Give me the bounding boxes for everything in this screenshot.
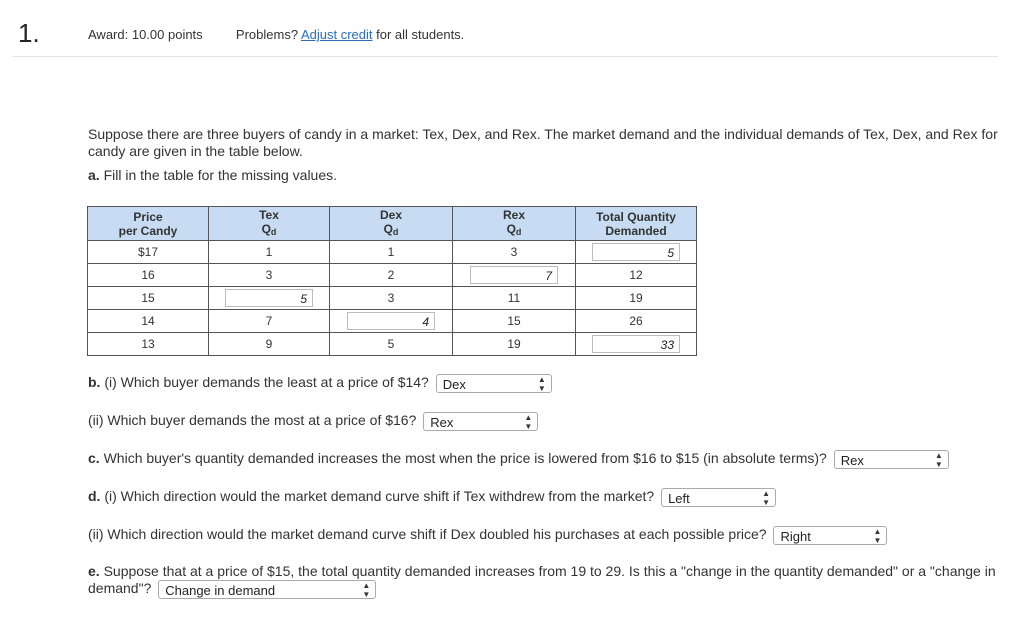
- select-arrows-icon: ▲ ▼: [873, 526, 882, 545]
- table-row: $17 1 1 3 5: [87, 240, 697, 264]
- select-arrows-icon: ▲ ▼: [524, 412, 533, 431]
- intro-text: Suppose there are three buyers of candy …: [88, 126, 998, 159]
- tex-answer-input[interactable]: 5: [225, 289, 313, 307]
- rex-cell: 19: [452, 332, 576, 356]
- total-cell: 33: [575, 332, 697, 356]
- question-b2: (ii) Which buyer demands the most at a p…: [88, 412, 539, 431]
- table-row: 15 5 3 11 19: [87, 286, 697, 310]
- part-b-label: b.: [88, 374, 101, 391]
- table-row: 13 9 5 19 33: [87, 332, 697, 356]
- part-c-label: c.: [88, 450, 100, 467]
- price-cell: 15: [87, 286, 209, 310]
- part-a: a. Fill in the table for the missing val…: [88, 167, 1003, 183]
- select-arrows-icon: ▲ ▼: [934, 450, 943, 469]
- header-total: Total Quantity Demanded: [575, 206, 697, 241]
- award-points: Award: 10.00 points: [88, 27, 203, 42]
- answer-select-e[interactable]: Change in demand ▲ ▼: [158, 580, 377, 599]
- tex-cell: 1: [208, 240, 330, 264]
- header-rex: Rex Qd: [452, 206, 576, 241]
- part-a-label: a.: [88, 167, 100, 183]
- problems-suffix: for all students.: [376, 27, 465, 42]
- adjust-credit-link[interactable]: Adjust credit: [301, 27, 373, 42]
- tex-cell: 3: [208, 263, 330, 287]
- dex-cell: 4: [329, 309, 453, 333]
- question-c-text: Which buyer's quantity demanded increase…: [103, 450, 827, 467]
- header-dex: Dex Qd: [329, 206, 453, 241]
- question-d1-text: (i) Which direction would the market dem…: [104, 488, 655, 505]
- price-cell: 14: [87, 309, 209, 333]
- selected-value: Left: [668, 491, 690, 506]
- price-cell: 13: [87, 332, 209, 356]
- selected-value: Change in demand: [165, 583, 276, 598]
- header-divider: [12, 56, 998, 57]
- header-tex: Tex Qd: [208, 206, 330, 241]
- total-cell: 12: [575, 263, 697, 287]
- question-b1: b. (i) Which buyer demands the least at …: [88, 374, 552, 393]
- rex-answer-input[interactable]: 7: [470, 266, 558, 284]
- table-row: 14 7 4 15 26: [87, 309, 697, 333]
- question-d1: d. (i) Which direction would the market …: [88, 488, 777, 507]
- dex-cell: 5: [329, 332, 453, 356]
- total-cell: 5: [575, 240, 697, 264]
- table-row: 16 3 2 7 12: [87, 263, 697, 287]
- answer-select-d2[interactable]: Right ▲ ▼: [773, 526, 888, 545]
- answer-select-b1[interactable]: Dex ▲ ▼: [435, 374, 552, 393]
- rex-cell: 3: [452, 240, 576, 264]
- question-c: c. Which buyer's quantity demanded incre…: [88, 450, 949, 469]
- header-price: Price per Candy: [87, 206, 209, 241]
- part-e-label: e.: [88, 563, 100, 579]
- rex-cell: 15: [452, 309, 576, 333]
- demand-table: Price per Candy Tex Qd Dex Qd Rex Qd Tota…: [87, 206, 697, 356]
- dex-cell: 3: [329, 286, 453, 310]
- select-arrows-icon: ▲ ▼: [362, 580, 371, 599]
- tex-cell: 7: [208, 309, 330, 333]
- question-b1-text: (i) Which buyer demands the least at a p…: [104, 374, 429, 391]
- select-arrows-icon: ▲ ▼: [762, 488, 771, 507]
- dex-cell: 1: [329, 240, 453, 264]
- select-arrows-icon: ▲ ▼: [537, 374, 546, 393]
- question-b2-text: (ii) Which buyer demands the most at a p…: [88, 412, 417, 429]
- total-answer-input[interactable]: 33: [592, 335, 680, 353]
- dex-cell: 2: [329, 263, 453, 287]
- tex-cell: 5: [208, 286, 330, 310]
- total-cell: 19: [575, 286, 697, 310]
- answer-select-c[interactable]: Rex ▲ ▼: [833, 450, 949, 469]
- selected-value: Right: [780, 529, 811, 544]
- selected-value: Rex: [430, 415, 454, 430]
- part-d-label: d.: [88, 488, 101, 505]
- dex-answer-input[interactable]: 4: [347, 312, 435, 330]
- price-cell: 16: [87, 263, 209, 287]
- rex-cell: 7: [452, 263, 576, 287]
- answer-select-b2[interactable]: Rex ▲ ▼: [423, 412, 539, 431]
- question-header: Award: 10.00 points Problems? Adjust cre…: [88, 27, 464, 42]
- selected-value: Rex: [840, 453, 864, 468]
- selected-value: Dex: [442, 377, 466, 392]
- question-number: 1.: [18, 18, 40, 48]
- question-body: Suppose there are three buyers of candy …: [88, 126, 1003, 183]
- total-cell: 26: [575, 309, 697, 333]
- question-d2: (ii) Which direction would the market de…: [88, 526, 888, 545]
- price-cell: $17: [87, 240, 209, 264]
- problems-prefix: Problems?: [235, 27, 299, 42]
- rex-cell: 11: [452, 286, 576, 310]
- question-e: e. Suppose that at a price of $15, the t…: [88, 563, 1003, 599]
- table-header-row: Price per Candy Tex Qd Dex Qd Rex Qd Tota…: [87, 206, 697, 241]
- part-a-text: Fill in the table for the missing values…: [103, 167, 338, 183]
- tex-cell: 9: [208, 332, 330, 356]
- question-d2-text: (ii) Which direction would the market de…: [88, 526, 767, 543]
- answer-select-d1[interactable]: Left ▲ ▼: [661, 488, 777, 507]
- total-answer-input[interactable]: 5: [592, 243, 680, 261]
